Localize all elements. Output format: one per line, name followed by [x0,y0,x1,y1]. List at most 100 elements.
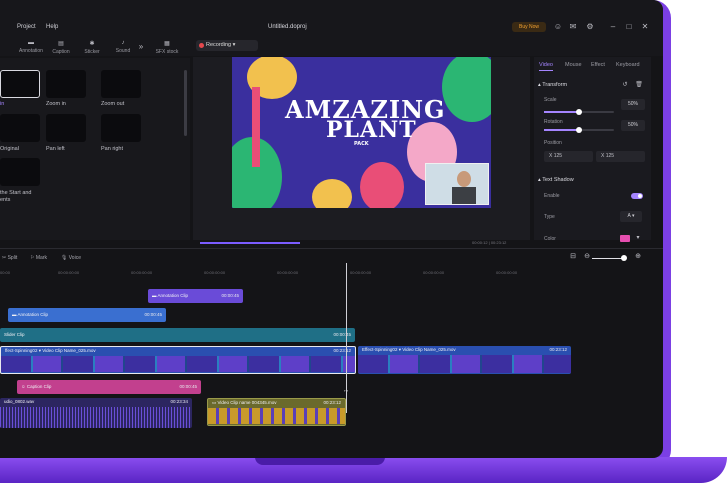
video-title-line2: PLANT [326,117,417,143]
record-dot-icon [199,43,204,48]
ruler-tick: 00:00:00:00 [277,270,299,275]
settings-icon[interactable]: ⚙ [585,22,595,32]
video-subtitle: PACK [354,141,369,147]
voice-button[interactable]: 🎙 Voice [61,255,81,261]
video-canvas[interactable]: AMZAZING PLANT PACK [232,57,491,208]
thumb-zoom-out[interactable] [101,70,141,98]
account-icon[interactable]: ☺ [553,22,563,32]
text-shadow-heading[interactable]: ▴ Text Shadow [538,177,574,183]
buy-now-button[interactable]: Buy Now [512,22,546,32]
zoom-slider-knob[interactable] [621,255,627,261]
label-zoom-in: Zoom in [46,101,66,107]
video-frames [1,356,355,372]
tool-sound[interactable]: ♪ Sound [108,40,138,54]
audio-waveform [0,407,192,428]
playback-progress[interactable] [200,242,300,244]
type-select[interactable]: A ▾ [620,211,642,222]
video-clip-2[interactable]: Effect-Spinning02 ▾ Video Clip Name_025.… [358,346,571,374]
playhead[interactable] [346,263,347,413]
tool-annotation[interactable]: ▬ Annotation [16,40,46,54]
menu-project[interactable]: Project [17,24,36,30]
ruler-tick: 00:00:00:00 [423,270,445,275]
maximize-icon[interactable]: □ [624,22,634,32]
caption-icon: ▤ [58,41,64,47]
thumb-pan-left[interactable] [46,114,86,142]
split-button[interactable]: ✂ Split [2,255,17,261]
enable-label: Enable [544,193,560,199]
scale-value[interactable]: 50% [621,99,645,110]
tool-sticker[interactable]: ✱ Sticker [77,40,107,55]
annotation-icon: ▬ [28,40,34,46]
rotation-label: Rotation [544,119,563,125]
mail-icon[interactable]: ✉ [568,22,578,32]
position-y-field[interactable]: X 125 [596,151,645,162]
annotation-clip-top[interactable]: ▬ Annotation Clip 00:00:45 [148,289,243,303]
chevron-down-icon[interactable]: ▾ [633,233,643,243]
left-scrollbar[interactable] [184,70,187,136]
tool-caption[interactable]: ▤ Caption [46,40,76,55]
mark-button[interactable]: ⚐ Mark [30,255,47,261]
label-original: Original [0,146,19,152]
type-label: Type [544,214,555,220]
thumb-original[interactable] [0,114,40,142]
ruler-tick: 00:00:00:00 [58,270,80,275]
video-clip-3[interactable]: ▭ Video Clip name 004345.mov 00:23:12 [207,398,346,426]
thumb-start-end[interactable] [0,158,40,186]
ruler-tick: 00:00:00:00 [496,270,518,275]
reset-icon[interactable]: ↺ [620,80,630,90]
close-icon[interactable]: ✕ [640,22,650,32]
tab-mouse[interactable]: Mouse [565,62,582,68]
video-clip-1[interactable]: ffect-Spinning02 ▾ Video Clip Name_025.m… [0,346,356,374]
ruler-tick: 00:00 [0,270,11,275]
sfx-icon: ▦ [164,41,170,47]
audio-clip[interactable]: udio_0802.wav 00:23:34 [0,398,192,428]
label-pan-left: Pan left [46,146,65,152]
enable-toggle[interactable] [631,193,643,199]
ruler-tick: 00:00:00:00 [204,270,226,275]
position-x-field[interactable]: X 125 [544,151,593,162]
transform-heading[interactable]: ▴ Transform [538,82,567,88]
more-tools-icon[interactable]: » [136,42,146,52]
person-image [426,164,488,204]
app-window: Project Help Untitled.doproj Buy Now ☺ ✉… [0,0,663,458]
label-zoom-out: Zoom out [101,101,125,107]
thumb-zoom-in[interactable] [46,70,86,98]
fit-icon[interactable]: ⊟ [568,252,578,262]
label-pan-right: Pan right [101,146,124,152]
menu-help[interactable]: Help [46,24,58,30]
video-frames [208,408,345,424]
scale-slider[interactable] [544,109,614,115]
window-title: Untitled.doproj [268,24,307,30]
timeline: ✂ Split ⚐ Mark 🎙 Voice ⊟ ⊖ ⊕ 00:00 00:00… [0,248,663,436]
ruler-tick: 00:00:00:00 [131,270,153,275]
label-in: in [0,101,5,107]
zoom-out-icon[interactable]: ⊖ [582,252,592,262]
label-start-and: the Start and [0,190,32,196]
color-label: Color [544,236,556,242]
delete-icon[interactable]: 🗑 [634,80,644,90]
shadow-color-swatch[interactable] [620,235,630,242]
tab-effect[interactable]: Effect [591,62,605,68]
rotation-slider[interactable] [544,127,614,133]
sticker-icon: ✱ [89,41,95,47]
zoom-in-icon[interactable]: ⊕ [633,252,643,262]
tab-keyboard[interactable]: Keyboard [616,62,640,68]
video-frames [358,355,571,373]
webcam-overlay[interactable] [425,163,489,205]
timecode: 00:00:12 | 00:23:12 [472,240,507,245]
slider-clip[interactable]: Slider Clip 00:00:45 [0,328,355,342]
ruler-tick: 00:00:00:00 [350,270,372,275]
tab-video[interactable]: Video [539,62,553,71]
label-ents: ents [0,197,11,203]
laptop-notch [255,457,385,465]
annotation-clip[interactable]: ▬ Annotation Clip 00:00:45 [8,308,166,322]
position-label: Position [544,140,562,146]
tool-sfx-stock[interactable]: ▦ SFX stock [152,40,182,55]
thumb-pan-right[interactable] [101,114,141,142]
recording-dropdown[interactable]: Recording ▾ [196,40,258,51]
sound-icon: ♪ [121,40,125,46]
minimize-icon[interactable]: – [608,22,618,32]
thumb-zoom-in-selected[interactable] [0,70,40,98]
caption-clip[interactable]: ☺ Caption Clip 00:00:45 [17,380,201,394]
rotation-value[interactable]: 50% [621,120,645,131]
